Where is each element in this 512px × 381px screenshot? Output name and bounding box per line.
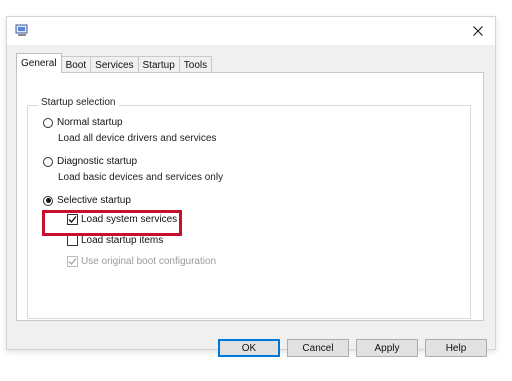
radio-button[interactable]	[43, 117, 53, 128]
normal-startup-radio[interactable]: Normal startup	[43, 117, 123, 128]
load-startup-items-label: Load startup items	[81, 235, 164, 246]
use-original-boot-configuration-checkbox: Use original boot configuration	[67, 256, 216, 267]
help-button[interactable]: Help	[425, 339, 487, 357]
checkbox-checked-disabled	[67, 256, 78, 267]
ok-button[interactable]: OK	[218, 339, 280, 357]
check-icon	[68, 258, 77, 265]
diagnostic-startup-label: Diagnostic startup	[57, 156, 138, 167]
radio-button[interactable]	[43, 156, 53, 167]
general-tab-panel: Startup selection Normal startup Load al…	[16, 72, 484, 321]
normal-startup-label: Normal startup	[57, 117, 123, 128]
tab-startup[interactable]: Startup	[137, 56, 180, 73]
diagnostic-startup-description: Load basic devices and services only	[58, 172, 224, 183]
diagnostic-startup-radio[interactable]: Diagnostic startup	[43, 156, 137, 167]
apply-button[interactable]: Apply	[356, 339, 418, 357]
radio-button-selected[interactable]	[43, 195, 53, 206]
close-button[interactable]	[461, 17, 495, 45]
normal-startup-description: Load all device drivers and services	[58, 133, 217, 144]
tab-tools[interactable]: Tools	[178, 56, 213, 73]
tab-boot[interactable]: Boot	[60, 56, 92, 73]
tab-services[interactable]: Services	[90, 56, 139, 73]
tab-general[interactable]: General	[16, 53, 62, 73]
group-title: Startup selection	[38, 97, 119, 108]
selective-startup-radio[interactable]: Selective startup	[43, 195, 131, 206]
highlight-annotation-box	[42, 210, 182, 236]
cancel-button[interactable]: Cancel	[287, 339, 349, 357]
use-original-boot-configuration-label: Use original boot configuration	[81, 256, 217, 267]
close-icon	[473, 26, 483, 36]
selective-startup-label: Selective startup	[57, 195, 131, 206]
tab-strip: General Boot Services Startup Tools	[16, 53, 213, 73]
checkbox-unchecked[interactable]	[67, 235, 78, 246]
load-startup-items-checkbox[interactable]: Load startup items	[67, 235, 163, 246]
msconfig-icon	[15, 24, 28, 36]
title-bar	[7, 17, 495, 45]
system-configuration-window: General Boot Services Startup Tools Star…	[6, 16, 496, 357]
radio-selected-dot	[45, 198, 51, 203]
